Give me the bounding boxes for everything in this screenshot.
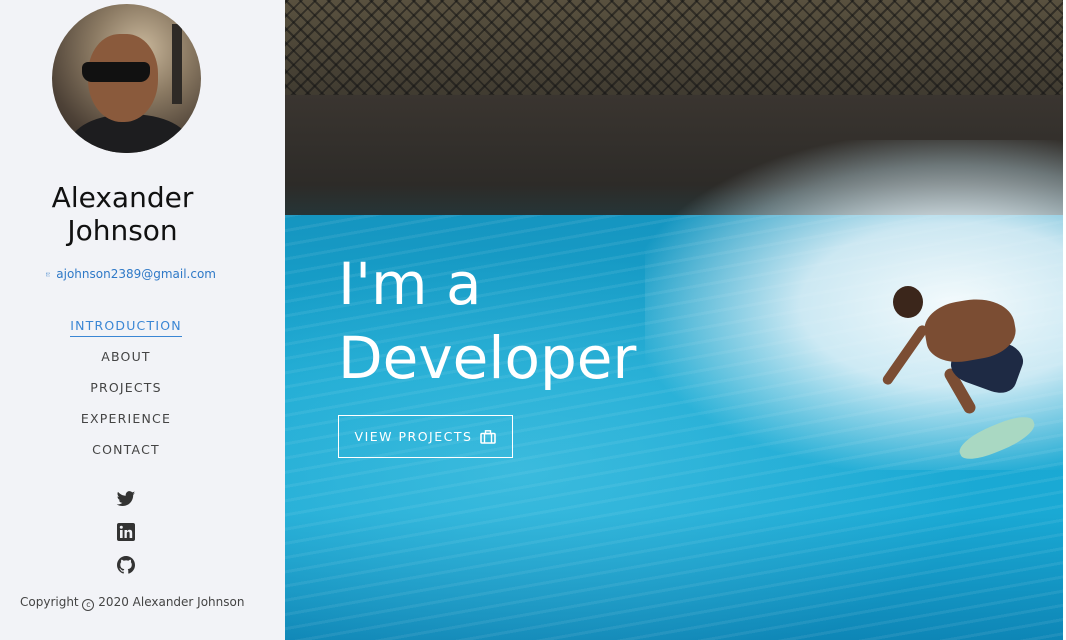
briefcase-icon (480, 429, 497, 444)
hero-section: I'm a Developer VIEW PROJECTS (285, 0, 1066, 640)
copyright-prefix: Copyright (20, 595, 79, 609)
nav-item-projects[interactable]: PROJECTS (0, 378, 252, 409)
sidebar: Alexander Johnson ajohnson2389@gmail.com… (0, 0, 285, 640)
copyright: Copyright c 2020 Alexander Johnson (20, 595, 244, 611)
nav-item-label: PROJECTS (90, 380, 162, 395)
hero-headline-line2: Developer (338, 324, 637, 392)
main-nav: INTRODUCTION ABOUT PROJECTS EXPERIENCE C… (0, 316, 252, 471)
avatar-background (172, 24, 182, 104)
email-link[interactable]: ajohnson2389@gmail.com (46, 267, 216, 281)
profile-name-first: Alexander (51, 181, 194, 214)
nav-item-label: EXPERIENCE (80, 411, 172, 426)
nav-item-experience[interactable]: EXPERIENCE (0, 409, 252, 440)
nav-item-about[interactable]: ABOUT (0, 347, 252, 378)
hero-headline-line1: I'm a (338, 250, 482, 318)
github-icon[interactable] (116, 555, 136, 575)
hero-background-fence (285, 0, 1066, 100)
hero-headline: I'm a Developer (338, 247, 636, 395)
nav-item-contact[interactable]: CONTACT (0, 440, 252, 471)
view-projects-button[interactable]: VIEW PROJECTS (338, 415, 513, 458)
nav-item-label: CONTACT (92, 442, 160, 457)
view-projects-label: VIEW PROJECTS (354, 429, 473, 444)
copyright-text: 2020 Alexander Johnson (98, 595, 245, 609)
email-text: ajohnson2389@gmail.com (56, 267, 216, 281)
nav-item-label: INTRODUCTION (70, 318, 182, 337)
social-links (114, 489, 138, 575)
linkedin-icon[interactable] (116, 522, 136, 542)
avatar (52, 4, 201, 153)
envelope-icon (46, 272, 51, 276)
profile-name-last: Johnson (67, 214, 178, 247)
avatar-sunglasses (82, 62, 150, 82)
twitter-icon[interactable] (116, 489, 136, 509)
copyright-icon: c (82, 599, 95, 611)
hero-surfer-head (893, 286, 923, 318)
profile-name: Alexander Johnson (0, 181, 245, 247)
nav-item-label: ABOUT (101, 349, 151, 364)
nav-item-introduction[interactable]: INTRODUCTION (0, 316, 252, 347)
